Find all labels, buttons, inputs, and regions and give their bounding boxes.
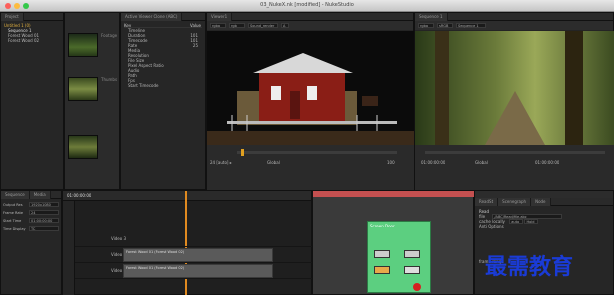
- tab-viewer1[interactable]: Viewer1: [207, 13, 233, 21]
- tab-project[interactable]: Project: [1, 13, 24, 21]
- transform-node[interactable]: [374, 266, 390, 274]
- window-titlebar: 03_NukeX.nk [modified] - NukeStudio: [0, 0, 614, 12]
- timeline-toolbar: [63, 201, 75, 295]
- timeline-timecode[interactable]: 01:00:00:00: [67, 193, 91, 198]
- prop-label: Anti Options: [479, 224, 504, 229]
- watermark-logo: 最需教育: [485, 255, 574, 280]
- forest-image[interactable]: [415, 31, 614, 145]
- channel-select-2[interactable]: rgb: [229, 23, 245, 28]
- frame-display[interactable]: 24 [auto] ▸: [210, 160, 232, 165]
- window-title: 03_NukeX.nk [modified] - NukeStudio: [260, 2, 354, 8]
- clip-thumbnail[interactable]: [68, 33, 98, 57]
- end-timecode: 01:00:00:00: [535, 160, 560, 165]
- lut-select[interactable]: sRGB: [437, 23, 453, 28]
- field-value[interactable]: 24: [29, 210, 59, 215]
- channel-select[interactable]: rgba: [210, 23, 226, 28]
- tab-node[interactable]: Node: [531, 198, 551, 206]
- clip-thumbnail[interactable]: [68, 135, 98, 159]
- playhead[interactable]: [241, 149, 244, 156]
- timeline-panel: 01:00:00:00 Video 3 Video 2 Forest Wood …: [62, 190, 313, 295]
- tab-media[interactable]: Media: [29, 191, 51, 199]
- viewer-2: Sequence 1 rgba sRGB Sequence 1 01:00:00…: [414, 12, 614, 191]
- tab-sequence-viewer[interactable]: Sequence 1: [415, 13, 448, 21]
- fps-select[interactable]: Global: [475, 160, 488, 165]
- track-label[interactable]: Video 2: [75, 252, 126, 257]
- viewer-node[interactable]: [413, 283, 421, 291]
- metadata-key: Start Timecode: [128, 83, 159, 88]
- channel-select[interactable]: rgba: [418, 23, 434, 28]
- sequence-properties: Sequence Media Output Res 1920x1080 Frame R…: [0, 190, 62, 295]
- metadata-panel: Active Viewer Clone (ABC) Key Value Time…: [120, 12, 206, 190]
- viewer-1: Viewer1 rgba rgb Sound_render A 24 [auto…: [206, 12, 415, 191]
- field-value[interactable]: TC: [29, 226, 59, 231]
- read-node[interactable]: [404, 250, 420, 258]
- backdrop-node[interactable]: Screen Door: [367, 221, 431, 293]
- field-value[interactable]: 1920x1080: [29, 202, 59, 207]
- project-item[interactable]: Forest Wood 02: [4, 38, 60, 43]
- node-graph[interactable]: Screen Door: [312, 190, 475, 295]
- timeline-clip[interactable]: Forest Wood 01 (Forest Wood 02): [123, 248, 273, 262]
- track-label[interactable]: Video 1: [75, 268, 126, 273]
- field-value[interactable]: 01:00:00:00: [29, 218, 59, 223]
- timeline-clip[interactable]: Forest Wood 01 (Forest Wood 02): [123, 264, 273, 278]
- thumbnail-label: Thumbs: [101, 77, 118, 82]
- clip-thumbnail[interactable]: [68, 77, 98, 101]
- timecode-display[interactable]: 01:00:00:00: [421, 160, 445, 165]
- tab-scenegraph[interactable]: Scenegraph: [498, 198, 532, 206]
- field-label: Start Time: [3, 218, 22, 223]
- backdrop-title: Screen Door: [370, 224, 395, 227]
- bin-thumbnails: Footage Thumbs: [64, 12, 120, 190]
- field-label: Frame Rate: [3, 210, 24, 215]
- fps-select[interactable]: Global: [267, 160, 280, 165]
- tab-readst[interactable]: ReadSt: [475, 198, 499, 206]
- input-select[interactable]: Sound_render: [248, 23, 278, 28]
- project-panel: Project Untitled 1 (0) Sequence 1 Forest…: [0, 12, 64, 190]
- end-frame: 100: [387, 160, 395, 165]
- tab-metadata[interactable]: Active Viewer Clone (ABC): [121, 13, 183, 21]
- field-label: Output Res: [3, 202, 23, 207]
- thumbnail-label: Footage: [101, 33, 118, 38]
- sequence-select[interactable]: Sequence 1: [456, 23, 486, 28]
- scene-house-image: [207, 53, 415, 145]
- read-node[interactable]: [374, 250, 390, 258]
- track-label[interactable]: Video 3: [75, 236, 126, 241]
- hold-select[interactable]: Hold: [524, 219, 539, 224]
- merge-node[interactable]: [404, 266, 420, 274]
- field-label: Time Display: [3, 226, 26, 231]
- metadata-row[interactable]: Start Timecode: [124, 83, 202, 88]
- input-a[interactable]: A: [281, 23, 289, 28]
- cache-select[interactable]: auto: [509, 219, 524, 224]
- tab-sequence[interactable]: Sequence: [1, 191, 30, 199]
- viewer-canvas[interactable]: [207, 31, 415, 145]
- node-properties: ReadSt Scenegraph Node Read file /ABC/Read…: [474, 190, 614, 295]
